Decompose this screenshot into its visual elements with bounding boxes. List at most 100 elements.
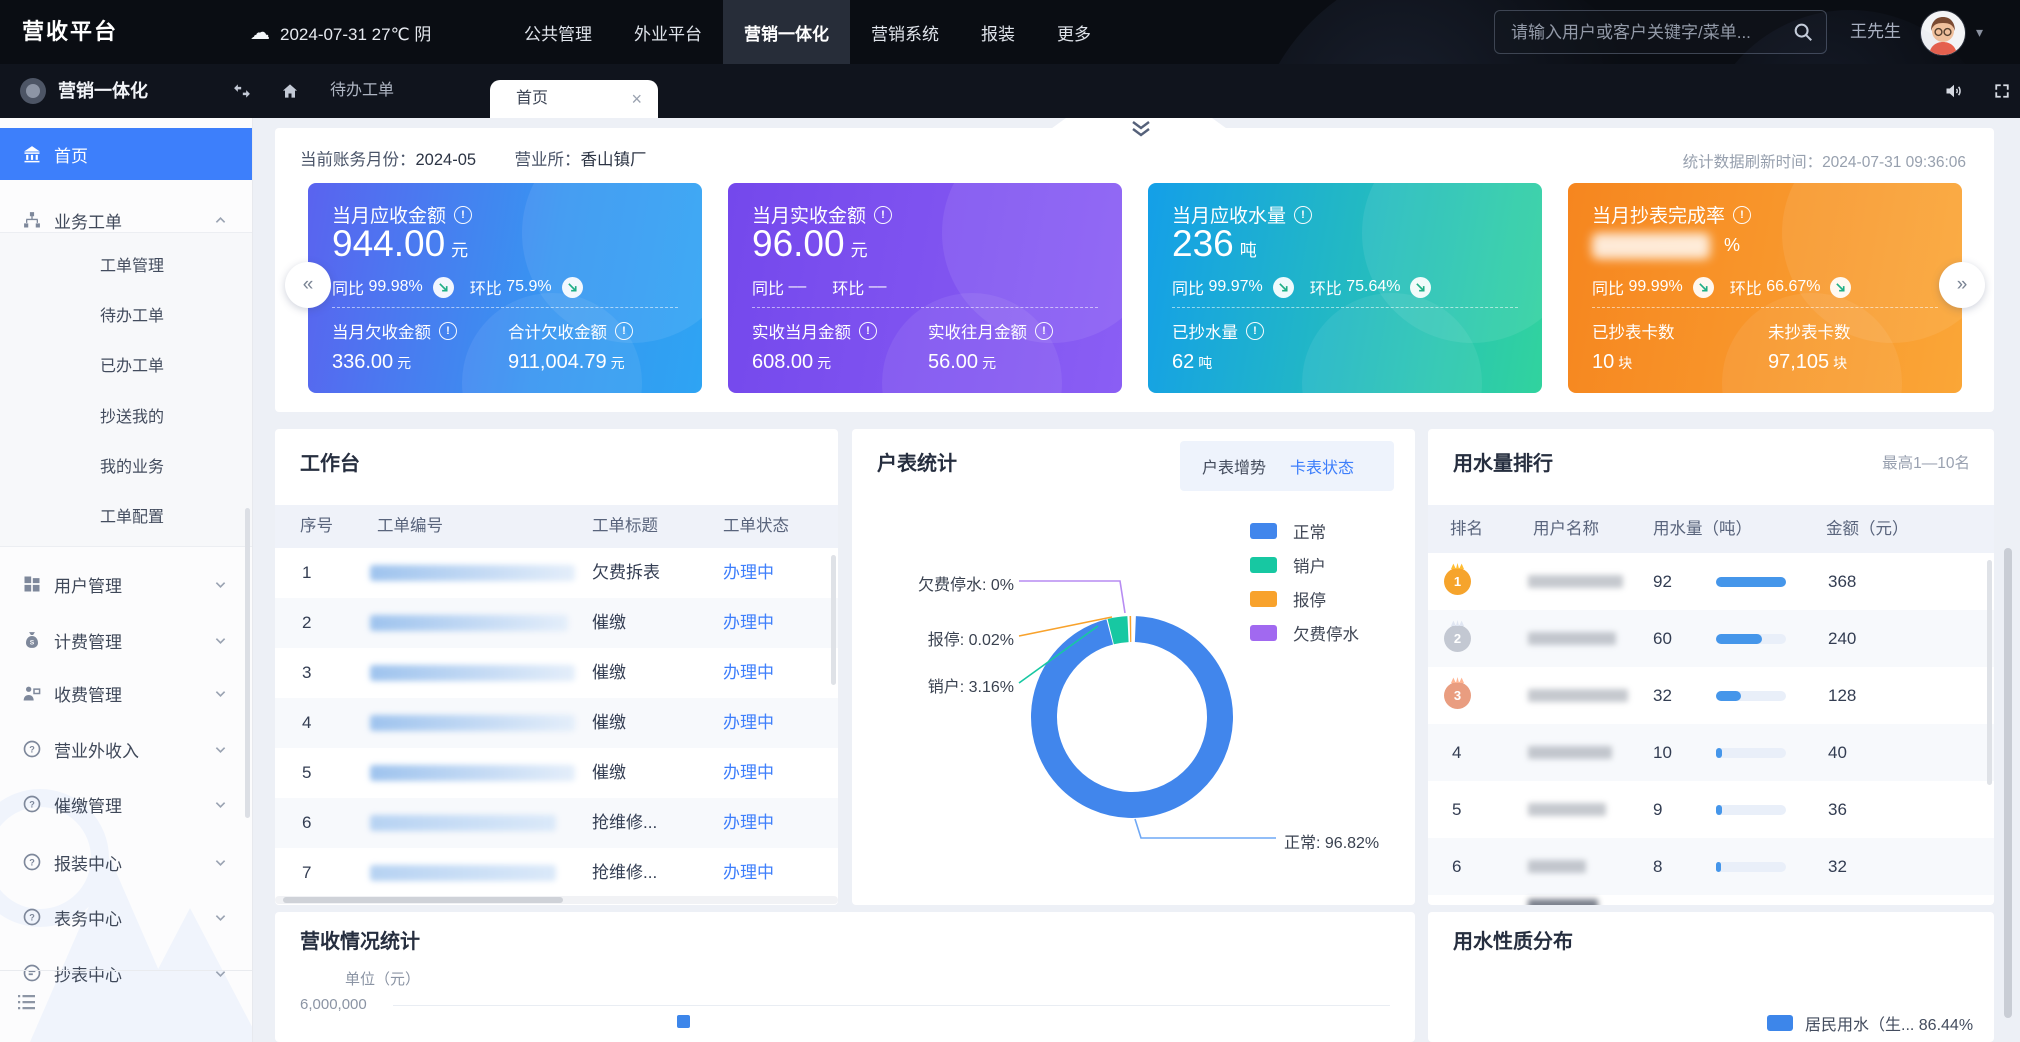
sub-label: 合计欠收金额 — [508, 319, 607, 343]
sidebar-item-label: 催缴管理 — [54, 792, 122, 817]
tab-home[interactable]: 首页 × — [490, 80, 658, 118]
row-status-link[interactable]: 办理中 — [723, 748, 774, 798]
nav-item-marketing-system[interactable]: 营销系统 — [850, 0, 960, 64]
info-icon[interactable]: ! — [1294, 206, 1312, 224]
legend-label: 报停 — [1293, 587, 1326, 611]
cards-prev-button[interactable]: « — [285, 262, 331, 308]
sidebar-item-billing-mgmt[interactable]: S 计费管理 — [0, 617, 252, 663]
nav-item-installation[interactable]: 报装 — [960, 0, 1036, 64]
cards-next-button[interactable]: » — [1939, 262, 1985, 308]
ranking-row[interactable]: 4 10 40 — [1428, 724, 1994, 781]
home-icon[interactable] — [280, 81, 300, 101]
info-icon[interactable]: ! — [454, 206, 472, 224]
submenu-item-my-business[interactable]: 我的业务 — [0, 444, 252, 492]
row-status-link[interactable]: 办理中 — [723, 798, 774, 848]
sidebar-item-user-mgmt[interactable]: 用户管理 — [0, 561, 252, 607]
nav-item-field[interactable]: 外业平台 — [613, 0, 723, 64]
ranking-row[interactable]: 2 60 240 — [1428, 610, 1994, 667]
sidebar-scrollbar[interactable] — [245, 508, 250, 818]
stat-cards: 当月应收金额! 944.00元 同比 99.98% 环比 75.9% 当月欠收金… — [308, 183, 1962, 393]
worktable-vscrollbar[interactable] — [831, 555, 836, 685]
card-divider — [1172, 307, 1518, 308]
row-status-link[interactable]: 办理中 — [723, 548, 774, 598]
row-title: 抢维修... — [592, 848, 657, 898]
submenu-item-order-config[interactable]: 工单配置 — [0, 494, 252, 542]
usage-value: 9 — [1653, 781, 1662, 838]
table-row[interactable]: 1 欠费拆表办理中 — [275, 548, 838, 598]
sidebar-item-home[interactable]: 首页 — [0, 128, 252, 180]
table-row[interactable]: 7 抢维修...办理中 — [275, 848, 838, 898]
row-status-link[interactable]: 办理中 — [723, 598, 774, 648]
table-row[interactable]: 5 催缴办理中 — [275, 748, 838, 798]
hscroll-thumb[interactable] — [283, 897, 563, 903]
switch-module-icon[interactable] — [232, 81, 252, 101]
work-orders-submenu: 工单管理 待办工单 已办工单 抄送我的 我的业务 工单配置 — [0, 232, 252, 547]
nav-item-marketing-integrated[interactable]: 营销一体化 — [723, 0, 850, 64]
sidebar-item-nonop-income[interactable]: ? 营业外收入 — [0, 726, 252, 772]
sidebar-item-meter-affairs-center[interactable]: ? 表务中心 — [0, 894, 252, 940]
revenue-title: 营收情况统计 — [300, 925, 420, 954]
legend-cutoff[interactable]: 欠费停水 — [1250, 621, 1359, 645]
nature-legend-item[interactable]: 居民用水（生... 86.44% — [1767, 1011, 1973, 1035]
ranking-vscrollbar[interactable] — [1987, 560, 1992, 785]
info-icon[interactable]: ! — [615, 322, 633, 340]
usage-bar — [1716, 634, 1786, 644]
info-icon[interactable]: ! — [1246, 322, 1264, 340]
ranking-row[interactable]: 3 32 128 — [1428, 667, 1994, 724]
info-icon[interactable]: ! — [874, 206, 892, 224]
sidebar-item-fee-mgmt[interactable]: 收费管理 — [0, 670, 252, 716]
revenue-legend-swatch[interactable] — [677, 1015, 690, 1028]
nav-item-public[interactable]: 公共管理 — [503, 0, 613, 64]
redacted-user-name — [1528, 803, 1606, 816]
row-status-link[interactable]: 办理中 — [723, 648, 774, 698]
quick-link-todo[interactable]: 待办工单 — [330, 64, 394, 118]
row-status-link[interactable]: 办理中 — [723, 698, 774, 748]
submenu-item-done-orders[interactable]: 已办工单 — [0, 343, 252, 391]
search-icon[interactable] — [1792, 21, 1814, 43]
submenu-item-todo-orders[interactable]: 待办工单 — [0, 293, 252, 341]
ranking-row[interactable]: 1 92 368 — [1428, 553, 1994, 610]
table-row[interactable]: 2 催缴办理中 — [275, 598, 838, 648]
info-icon[interactable]: ! — [1733, 206, 1751, 224]
table-row[interactable]: 4 催缴办理中 — [275, 698, 838, 748]
card-receivable-amount: 当月应收金额! 944.00元 同比 99.98% 环比 75.9% 当月欠收金… — [308, 183, 702, 393]
trend-down-icon — [1410, 277, 1431, 298]
tab-close-icon[interactable]: × — [631, 80, 642, 118]
row-status-link[interactable]: 办理中 — [723, 848, 774, 898]
table-row[interactable]: 3 催缴办理中 — [275, 648, 838, 698]
ranking-row[interactable]: 6 8 32 — [1428, 838, 1994, 895]
nav-item-more[interactable]: 更多 — [1036, 0, 1112, 64]
sidebar-item-collection-mgmt[interactable]: ? 催缴管理 — [0, 781, 252, 827]
user-menu-caret-icon[interactable]: ▾ — [1976, 0, 1983, 64]
table-row[interactable]: 6 抢维修...办理中 — [275, 798, 838, 848]
fullscreen-icon[interactable] — [1992, 81, 2012, 101]
redacted-order-id — [370, 765, 575, 781]
office-label: 营业所： — [515, 151, 581, 169]
ranking-row[interactable]: 5 9 36 — [1428, 781, 1994, 838]
trend-down-icon — [433, 277, 454, 298]
row-no: 4 — [302, 698, 311, 748]
ranking-header: 排名 用户名称 用水量（吨） 金额（元） — [1428, 505, 1994, 553]
speaker-icon[interactable] — [1944, 81, 1964, 101]
avatar[interactable] — [1920, 10, 1966, 56]
collapse-menu-icon[interactable] — [14, 990, 38, 1014]
water-nature-title: 用水性质分布 — [1453, 925, 1573, 954]
submenu-item-order-mgmt[interactable]: 工单管理 — [0, 243, 252, 291]
info-icon[interactable]: ! — [859, 322, 877, 340]
yoy-label: 同比 — [1172, 275, 1204, 299]
submenu-item-cc-me[interactable]: 抄送我的 — [0, 394, 252, 442]
card-meter-reading-rate: 当月抄表完成率! % 同比 99.99% 环比 66.67% 已抄表卡数 10块… — [1568, 183, 1962, 393]
legend-closed[interactable]: 销户 — [1250, 553, 1326, 577]
yoy-value: 99.98% — [368, 278, 422, 296]
ranking-row-clipped[interactable] — [1428, 895, 1994, 905]
double-chevron-down-icon[interactable] — [1130, 120, 1152, 138]
legend-paused[interactable]: 报停 — [1250, 587, 1326, 611]
card-value: 96.00 — [752, 223, 845, 264]
sidebar-item-installation-center[interactable]: ? 报装中心 — [0, 839, 252, 885]
search-input[interactable] — [1509, 11, 1783, 55]
page-scrollbar[interactable] — [2004, 548, 2012, 1018]
rank-number: 4 — [1452, 724, 1461, 781]
info-icon[interactable]: ! — [439, 322, 457, 340]
legend-normal[interactable]: 正常 — [1250, 519, 1326, 543]
info-icon[interactable]: ! — [1035, 322, 1053, 340]
